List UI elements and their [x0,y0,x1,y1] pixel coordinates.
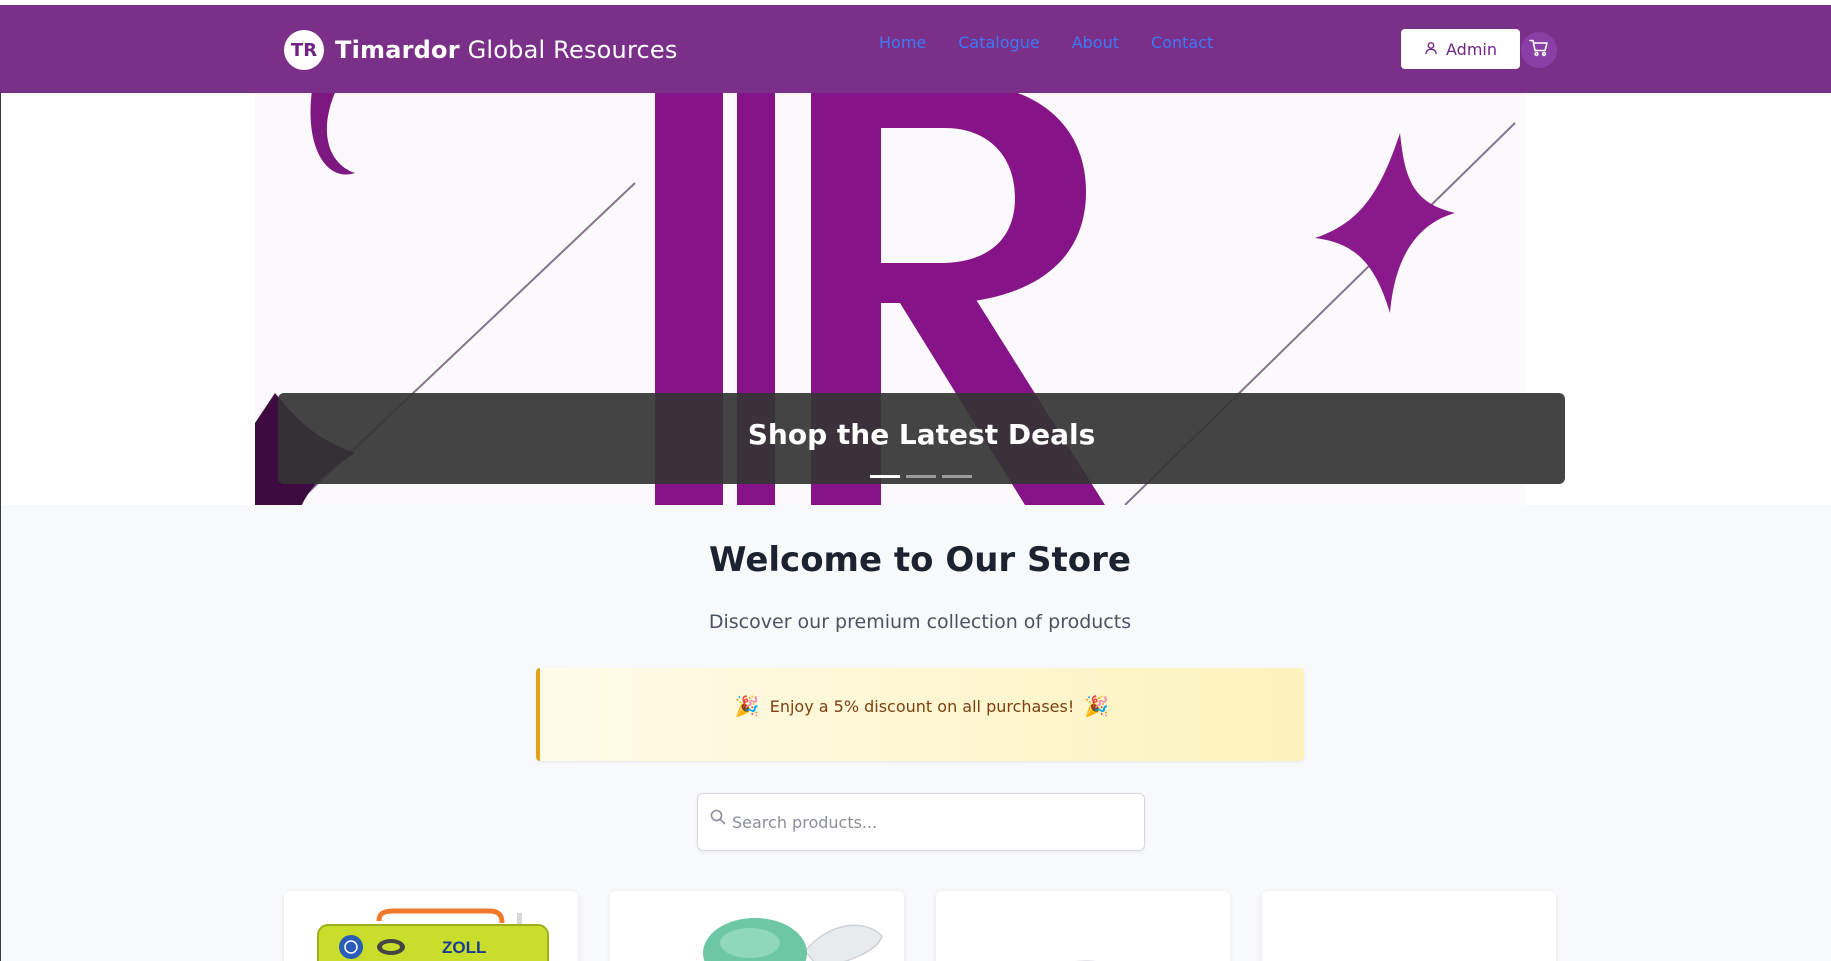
brand-name-bold: Timardor [335,36,460,64]
discount-banner-content: 🎉 Enjoy a 5% discount on all purchases! … [735,694,1109,718]
site-header: TR Timardor Global Resources Home Catalo… [0,5,1831,93]
cart-button[interactable] [1521,32,1557,68]
shopping-cart-icon [1529,39,1549,61]
product-card[interactable] [1262,891,1556,961]
brand[interactable]: TR Timardor Global Resources [284,29,678,71]
product-image-placeholder [1262,891,1556,961]
product-search [697,793,1145,851]
nav-link-catalogue[interactable]: Catalogue [958,33,1039,52]
product-card[interactable] [610,891,904,961]
zoll-logo-text: ZOLL [442,938,486,957]
hero-caption: Shop the Latest Deals [278,393,1565,484]
nav-link-about[interactable]: About [1072,33,1119,52]
carousel-indicator-3[interactable] [942,475,972,478]
admin-button-label: Admin [1446,39,1497,59]
product-image-defibrillator: ZOLL [317,908,549,961]
main-nav: Home Catalogue About Contact [879,33,1213,52]
hero-carousel[interactable]: Shop the Latest Deals [0,93,1831,505]
carousel-indicators [870,475,972,478]
user-icon [1424,40,1438,59]
carousel-indicator-1[interactable] [870,475,900,478]
party-popper-icon: 🎉 [734,694,760,718]
page-subtitle: Discover our premium collection of produ… [708,611,1132,633]
product-card[interactable]: ZOLL [284,891,578,961]
search-input[interactable] [732,794,1132,850]
party-popper-icon: 🎉 [1084,694,1110,718]
nav-link-contact[interactable]: Contact [1151,33,1213,52]
brand-name: Timardor Global Resources [335,36,678,64]
carousel-indicator-2[interactable] [906,475,936,478]
discount-banner: 🎉 Enjoy a 5% discount on all purchases! … [536,668,1304,761]
brand-name-light: Global Resources [467,36,678,64]
discount-banner-text: Enjoy a 5% discount on all purchases! [769,696,1075,716]
admin-button[interactable]: Admin [1401,29,1520,69]
product-card[interactable] [936,891,1230,961]
product-image-bag-valve-mask [703,918,883,961]
brand-logo-badge: TR [284,30,324,70]
product-grid: ZOLL [284,891,1556,961]
page-title: Welcome to Our Store [709,540,1131,580]
nav-link-home[interactable]: Home [879,33,926,52]
product-image-clear-oxygen-mask [1077,960,1095,961]
hero-caption-title: Shop the Latest Deals [747,418,1096,451]
search-icon [710,809,726,829]
